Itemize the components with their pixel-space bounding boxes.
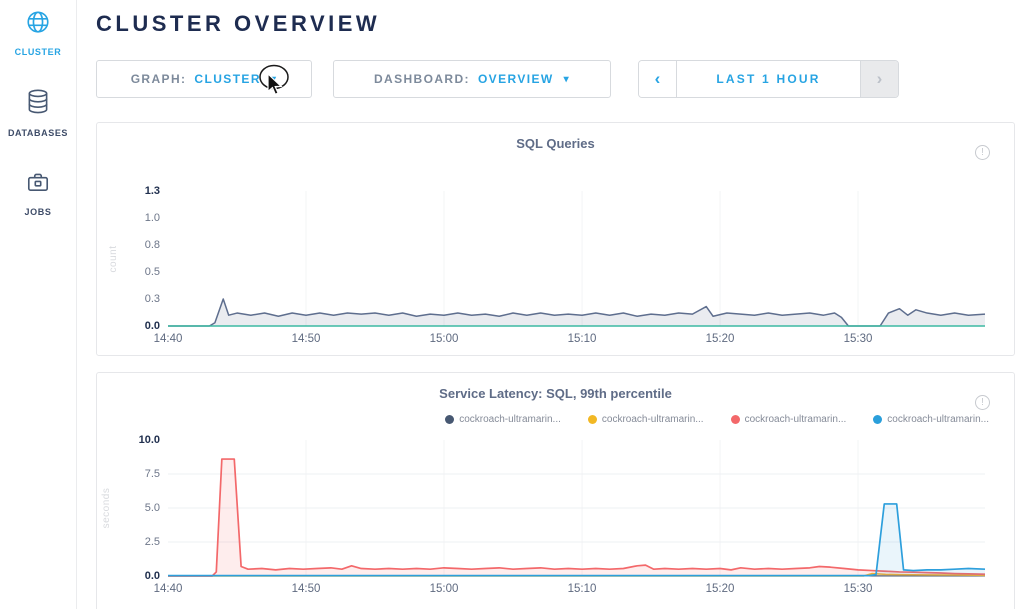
plot-area[interactable]: count 0.00.30.50.81.01.314:4014:5015:001… <box>168 191 985 326</box>
time-range-label[interactable]: LAST 1 HOUR <box>677 61 860 97</box>
globe-icon <box>25 9 51 40</box>
y-tick-label: 0.5 <box>145 266 160 278</box>
legend-item[interactable]: cockroach-ultramarin... <box>588 414 704 425</box>
dashboard-dropdown-value: OVERVIEW <box>478 72 554 86</box>
info-icon[interactable]: ! <box>975 395 990 410</box>
graph-dropdown-value: CLUSTER <box>194 72 260 86</box>
dashboard-dropdown-label: DASHBOARD: <box>374 72 470 86</box>
chart-canvas <box>168 440 985 576</box>
chart-title: Service Latency: SQL, 99th percentile <box>97 373 1014 401</box>
x-tick-label: 15:20 <box>706 583 735 595</box>
plot-area[interactable]: seconds 0.02.55.07.510.014:4014:5015:001… <box>168 440 985 576</box>
legend-label: cockroach-ultramarin... <box>887 414 989 425</box>
sidebar-item-jobs[interactable]: JOBS <box>25 169 52 217</box>
chevron-down-icon: ▾ <box>271 74 277 85</box>
y-tick-label: 0.8 <box>145 239 160 251</box>
x-tick-label: 15:00 <box>430 583 459 595</box>
y-tick-label: 0.0 <box>145 320 160 332</box>
info-icon[interactable]: ! <box>975 145 990 160</box>
legend-label: cockroach-ultramarin... <box>602 414 704 425</box>
sidebar-item-label: DATABASES <box>8 128 68 138</box>
legend-dot-icon <box>731 415 740 424</box>
legend-dot-icon <box>588 415 597 424</box>
y-axis-unit: seconds <box>101 488 112 529</box>
chart-panel-sql-queries: SQL Queries ! count 0.00.30.50.81.01.314… <box>96 122 1015 356</box>
y-tick-label: 5.0 <box>145 502 160 514</box>
graph-dropdown-label: GRAPH: <box>131 72 187 86</box>
database-icon <box>25 88 51 121</box>
legend-dot-icon <box>873 415 882 424</box>
x-tick-label: 14:40 <box>154 333 183 345</box>
y-tick-label: 2.5 <box>145 536 160 548</box>
dashboard-dropdown[interactable]: DASHBOARD: OVERVIEW ▾ <box>333 60 611 98</box>
briefcase-icon <box>25 169 51 200</box>
graph-dropdown[interactable]: GRAPH: CLUSTER ▾ <box>96 60 312 98</box>
sidebar-item-cluster[interactable]: CLUSTER <box>15 9 62 57</box>
x-tick-label: 15:30 <box>844 333 873 345</box>
time-range-selector: ‹ LAST 1 HOUR › <box>638 60 899 98</box>
page-title: CLUSTER OVERVIEW <box>96 11 1032 37</box>
x-tick-label: 15:20 <box>706 333 735 345</box>
chevron-down-icon: ▾ <box>564 74 570 85</box>
legend-label: cockroach-ultramarin... <box>459 414 561 425</box>
controls-bar: GRAPH: CLUSTER ▾ DASHBOARD: OVERVIEW ▾ ‹… <box>96 60 1032 98</box>
y-tick-label: 10.0 <box>139 434 160 446</box>
sidebar-item-label: CLUSTER <box>15 47 62 57</box>
chart-legend: cockroach-ultramarin... cockroach-ultrama… <box>445 414 989 425</box>
legend-item[interactable]: cockroach-ultramarin... <box>873 414 989 425</box>
x-tick-label: 14:50 <box>292 333 321 345</box>
y-tick-label: 0.3 <box>145 293 160 305</box>
x-tick-label: 14:50 <box>292 583 321 595</box>
x-tick-label: 15:00 <box>430 333 459 345</box>
main-content: CLUSTER OVERVIEW GRAPH: CLUSTER ▾ DASHBO… <box>77 0 1032 609</box>
sidebar-item-label: JOBS <box>25 207 52 217</box>
y-tick-label: 1.0 <box>145 212 160 224</box>
legend-item[interactable]: cockroach-ultramarin... <box>445 414 561 425</box>
legend-item[interactable]: cockroach-ultramarin... <box>731 414 847 425</box>
x-tick-label: 14:40 <box>154 583 183 595</box>
y-tick-label: 1.3 <box>145 185 160 197</box>
chart-canvas <box>168 191 985 326</box>
chart-panel-service-latency: Service Latency: SQL, 99th percentile ! … <box>96 372 1015 609</box>
chart-title: SQL Queries <box>97 123 1014 151</box>
x-tick-label: 15:10 <box>568 333 597 345</box>
legend-label: cockroach-ultramarin... <box>745 414 847 425</box>
x-tick-label: 15:30 <box>844 583 873 595</box>
y-axis-unit: count <box>108 245 119 272</box>
time-next-button[interactable]: › <box>860 61 898 97</box>
legend-dot-icon <box>445 415 454 424</box>
sidebar-item-databases[interactable]: DATABASES <box>8 88 68 138</box>
x-tick-label: 15:10 <box>568 583 597 595</box>
y-tick-label: 7.5 <box>145 468 160 480</box>
time-prev-button[interactable]: ‹ <box>639 61 677 97</box>
sidebar: CLUSTER DATABASES JOBS <box>0 0 77 609</box>
y-tick-label: 0.0 <box>145 570 160 582</box>
